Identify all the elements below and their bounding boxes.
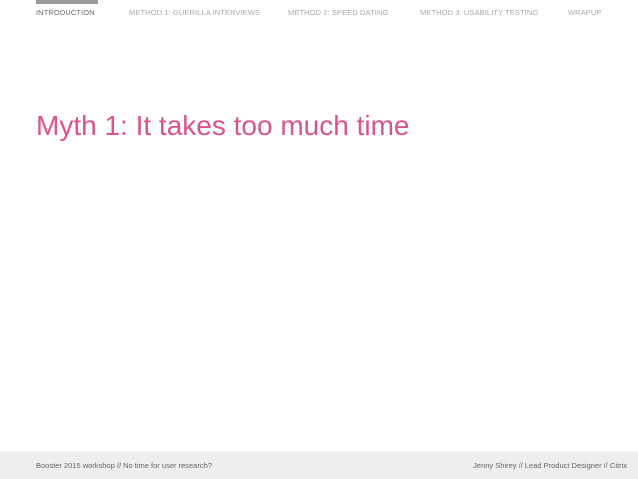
nav-item-method-1[interactable]: METHOD 1: GUERILLA INTERVIEWS	[129, 7, 260, 19]
nav-item-method-3[interactable]: METHOD 3: USABILITY TESTING	[420, 7, 538, 19]
footer-presenter-info: Jenny Shirey // Lead Product Designer //…	[473, 461, 627, 470]
slide: INTRODUCTION METHOD 1: GUERILLA INTERVIE…	[0, 0, 638, 479]
nav-item-method-2[interactable]: METHOD 2: SPEED DATING	[288, 7, 388, 19]
slide-footer: Booster 2015 workshop // No time for use…	[0, 451, 638, 479]
nav-item-wrapup[interactable]: WRAPUP	[568, 7, 602, 19]
footer-event-info: Booster 2015 workshop // No time for use…	[36, 461, 212, 470]
section-nav: INTRODUCTION METHOD 1: GUERILLA INTERVIE…	[0, 7, 638, 19]
slide-title: Myth 1: It takes too much time	[36, 110, 410, 141]
nav-item-introduction[interactable]: INTRODUCTION	[36, 7, 95, 19]
active-section-indicator	[36, 0, 98, 4]
